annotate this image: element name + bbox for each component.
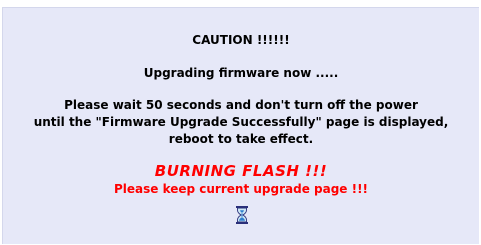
upgrading-message: Upgrading firmware now ..... [143, 66, 339, 80]
keep-page-warning: Please keep current upgrade page !!! [113, 182, 369, 196]
caution-heading: CAUTION !!!!!! [192, 33, 290, 47]
wait-instructions-line-1: Please wait 50 seconds and don't turn of… [64, 98, 418, 112]
wait-instructions-line-2: until the "Firmware Upgrade Successfully… [33, 115, 449, 129]
upgrade-status-panel: CAUTION !!!!!! Upgrading firmware now ..… [2, 7, 479, 244]
hourglass-icon [236, 206, 248, 224]
burning-flash-warning: BURNING FLASH !!! [154, 162, 328, 180]
wait-instructions-line-3: reboot to take effect. [168, 132, 314, 146]
wait-instructions: Please wait 50 seconds and don't turn of… [3, 97, 479, 148]
